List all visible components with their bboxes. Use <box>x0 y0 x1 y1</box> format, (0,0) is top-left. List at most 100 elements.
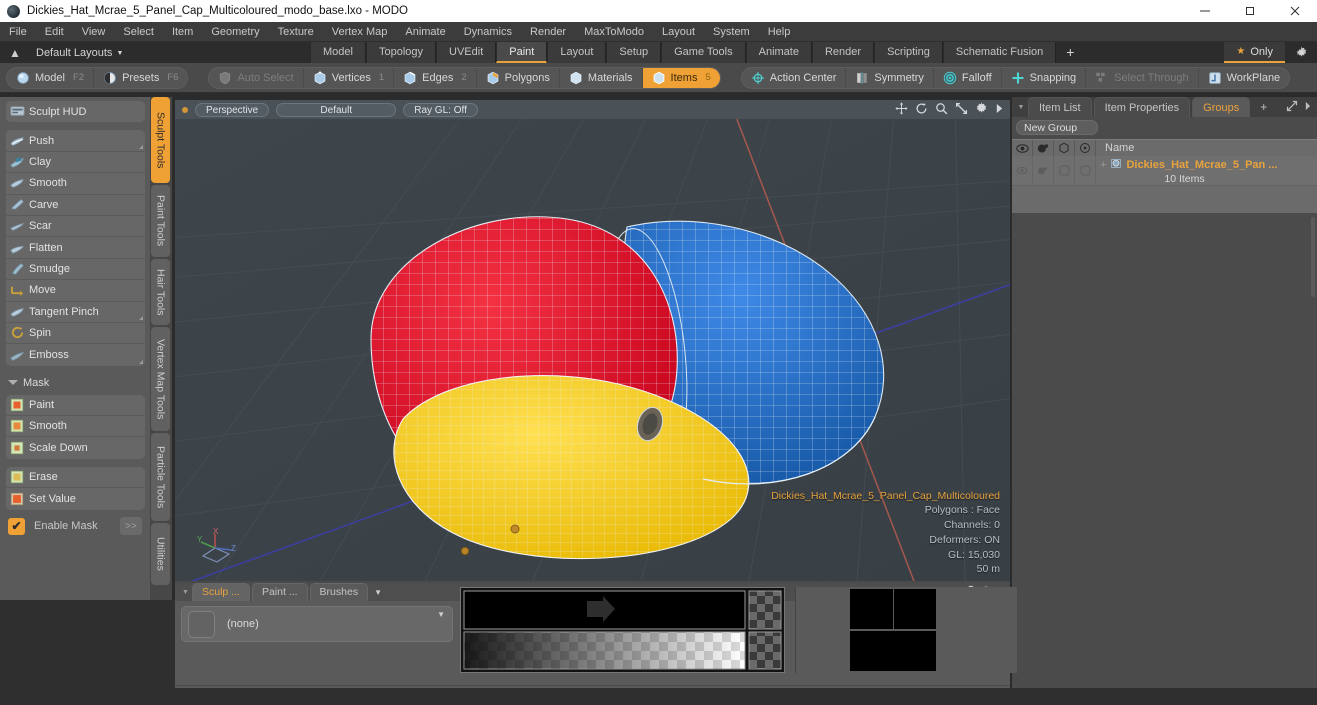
brush-selector[interactable]: (none) ▼ <box>181 606 453 642</box>
mode-model-button[interactable]: Model F2 <box>7 67 95 88</box>
advanced-expand-button[interactable]: >> <box>120 517 142 535</box>
layout-settings-gear-icon[interactable] <box>1285 42 1317 63</box>
tool-submenu-corner-icon[interactable] <box>139 315 143 320</box>
menu-layout[interactable]: Layout <box>653 22 704 42</box>
menu-edit[interactable]: Edit <box>36 22 73 42</box>
gear-icon[interactable] <box>975 102 988 118</box>
menu-render[interactable]: Render <box>521 22 575 42</box>
tab-item-list[interactable]: Item List <box>1028 97 1092 117</box>
mode-presets-button[interactable]: Presets F6 <box>94 68 187 88</box>
menu-texture[interactable]: Texture <box>269 22 323 42</box>
row-select-icon[interactable] <box>1075 156 1096 185</box>
tab-paint[interactable]: Paint <box>496 42 548 63</box>
new-group-button[interactable]: New Group <box>1016 120 1098 135</box>
tab-item-properties[interactable]: Item Properties <box>1093 97 1191 117</box>
brush-tab-overflow-chevron-icon[interactable]: ▼ <box>370 583 386 601</box>
axis-gizmo[interactable]: Y Z X <box>193 527 239 571</box>
fit-icon[interactable] <box>955 102 968 118</box>
vtab-utilities[interactable]: Utilities <box>151 523 170 585</box>
select-through-button[interactable]: Select Through <box>1086 67 1199 88</box>
tab-brushes[interactable]: Brushes <box>309 583 369 601</box>
edges-mode-button[interactable]: Edges 2 <box>394 67 477 88</box>
add-panel-tab-button[interactable]: + <box>1252 97 1275 117</box>
tool-spin[interactable]: Spin <box>6 322 145 345</box>
tab-game-tools[interactable]: Game Tools <box>661 42 746 63</box>
mask-tool-erase[interactable]: Erase <box>6 466 145 489</box>
auto-select-button[interactable]: Auto Select <box>209 67 304 88</box>
mask-tool-paint[interactable]: Paint <box>6 394 145 417</box>
enable-mask-checkbox[interactable]: ✔ <box>8 517 25 535</box>
tab-render[interactable]: Render <box>811 42 875 63</box>
vtab-particle-tools[interactable]: Particle Tools <box>151 433 170 521</box>
row-eye-icon[interactable] <box>1012 156 1033 185</box>
close-icon[interactable] <box>1272 0 1317 22</box>
tab-schematic-fusion[interactable]: Schematic Fusion <box>942 42 1057 63</box>
right-panel-scrollbar[interactable] <box>1311 217 1315 297</box>
move-icon[interactable] <box>895 101 908 118</box>
row-render-icon[interactable] <box>1033 156 1054 185</box>
viewport-canvas[interactable]: Dickies_Hat_Mcrae_5_Panel_Cap_Multicolou… <box>175 100 1010 581</box>
tab-animate[interactable]: Animate <box>745 42 812 63</box>
tool-emboss[interactable]: Emboss <box>6 344 145 366</box>
select-icon[interactable] <box>1075 139 1096 157</box>
render-icon[interactable] <box>1033 139 1054 157</box>
tool-smudge[interactable]: Smudge <box>6 258 145 281</box>
menu-geometry[interactable]: Geometry <box>202 22 268 42</box>
eye-icon[interactable] <box>1012 139 1033 157</box>
mask-section-header[interactable]: Mask <box>8 374 145 392</box>
shade-icon[interactable] <box>1054 139 1075 157</box>
tool-tangent-pinch[interactable]: Tangent Pinch <box>6 301 145 323</box>
tool-flatten[interactable]: Flatten <box>6 237 145 259</box>
expand-icon[interactable] <box>1286 100 1298 115</box>
brush-preview-swatch[interactable] <box>188 610 215 638</box>
snapping-button[interactable]: Snapping <box>1002 67 1087 88</box>
tab-scripting[interactable]: Scripting <box>874 42 943 63</box>
materials-mode-button[interactable]: Materials <box>560 67 643 88</box>
mask-tool-smooth[interactable]: Smooth <box>6 416 145 438</box>
menu-view[interactable]: View <box>73 22 115 42</box>
tab-model[interactable]: Model <box>310 42 366 63</box>
mask-tool-set-value[interactable]: Set Value <box>6 488 145 510</box>
viewport-menu-dot-icon[interactable] <box>182 106 188 113</box>
tool-move[interactable]: Move <box>6 280 145 302</box>
menu-maxtomodo[interactable]: MaxToModo <box>575 22 653 42</box>
tab-sculpt-properties[interactable]: Sculp ... <box>192 583 250 601</box>
3d-viewport[interactable]: Perspective Default Ray GL: Off Dickies_… <box>175 100 1010 581</box>
mask-tool-scale-down[interactable]: Scale Down <box>6 437 145 459</box>
play-icon[interactable] <box>995 103 1004 117</box>
brush-gradient-panel[interactable] <box>460 587 785 673</box>
table-row[interactable]: + Dickies_Hat_Mcrae_5_Pan ... 10 Items <box>1012 156 1317 186</box>
vertices-mode-button[interactable]: Vertices 1 <box>304 67 395 88</box>
tool-scar[interactable]: Scar <box>6 215 145 238</box>
symmetry-button[interactable]: Symmetry <box>846 67 934 88</box>
falloff-button[interactable]: Falloff <box>934 67 1002 88</box>
tool-push[interactable]: Push <box>6 130 145 152</box>
tool-smooth[interactable]: Smooth <box>6 173 145 195</box>
layout-lift-icon[interactable]: ▲ <box>8 46 22 60</box>
sculpt-hud-button[interactable]: Sculpt HUD <box>6 101 145 123</box>
row-shade-icon[interactable] <box>1054 156 1075 185</box>
chevron-right-icon[interactable] <box>1304 101 1311 114</box>
menu-system[interactable]: System <box>704 22 759 42</box>
items-mode-button[interactable]: Items 5 <box>642 67 720 88</box>
vtab-vertex-map-tools[interactable]: Vertex Map Tools <box>151 327 170 431</box>
menu-select[interactable]: Select <box>114 22 163 42</box>
tab-groups[interactable]: Groups <box>1192 97 1251 117</box>
only-toggle-button[interactable]: ★ Only <box>1224 42 1285 63</box>
vtab-sculpt-tools[interactable]: Sculpt Tools <box>151 97 170 183</box>
tab-paint-properties[interactable]: Paint ... <box>251 583 308 601</box>
tab-topology[interactable]: Topology <box>365 42 437 63</box>
maximize-icon[interactable] <box>1227 0 1272 22</box>
brush-panel-menu-icon[interactable]: ▼ <box>179 583 192 601</box>
menu-file[interactable]: File <box>0 22 36 42</box>
chevron-down-icon[interactable]: ▼ <box>437 610 445 619</box>
polygons-mode-button[interactable]: Polygons <box>477 67 560 88</box>
rotate-icon[interactable] <box>915 102 928 118</box>
vtab-paint-tools[interactable]: Paint Tools <box>151 185 170 257</box>
viewport-view-mode-dropdown[interactable]: Perspective <box>195 102 270 117</box>
tool-submenu-corner-icon[interactable] <box>139 359 143 364</box>
expand-row-plus-icon[interactable]: + <box>1100 159 1106 171</box>
tab-setup[interactable]: Setup <box>606 42 662 63</box>
workplane-button[interactable]: WorkPlane <box>1199 68 1290 88</box>
menu-item[interactable]: Item <box>163 22 202 42</box>
